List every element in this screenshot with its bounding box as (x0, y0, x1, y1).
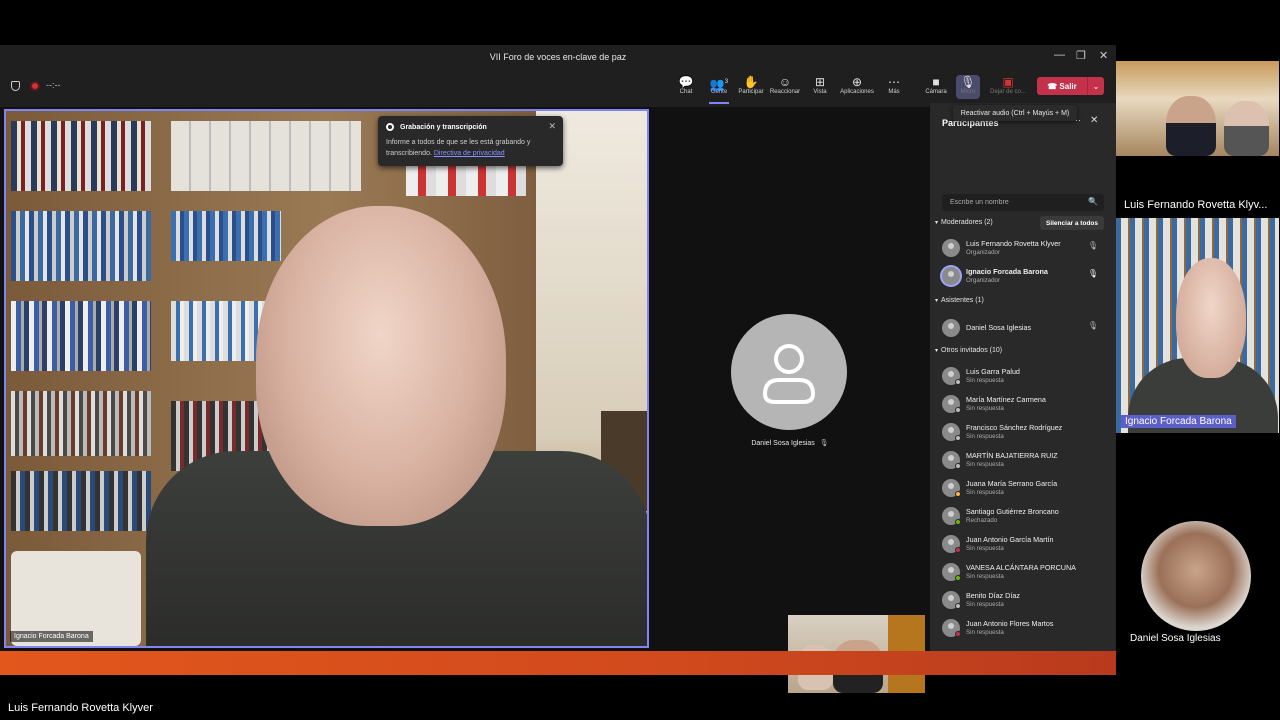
user-icon (762, 344, 816, 404)
ellipsis-icon: ⋯ (888, 75, 900, 89)
mic-off-icon: 🎙 (1087, 321, 1098, 330)
active-tab-indicator (709, 102, 729, 104)
raise-hand-button[interactable]: ✋ Participar (734, 75, 768, 95)
participant-item[interactable]: VANESA ALCÁNTARA PORCUNA Sin respuesta (942, 561, 1112, 585)
notice-title: Grabación y transcripción (400, 123, 487, 131)
people-icon: 👥3 (709, 77, 729, 91)
chevron-down-icon[interactable]: ⌄ (1088, 82, 1104, 91)
speaker-face (256, 206, 506, 526)
leave-label: ☎ Salir (1047, 81, 1077, 91)
participant-item[interactable]: Santiago Gutiérrez Broncano Rechazado (942, 505, 1112, 529)
recording-notice: Grabación y transcripción Informe a todo… (378, 116, 563, 166)
participant-item[interactable]: Daniel Sosa Iglesias 🎙 (942, 317, 1112, 341)
close-icon[interactable]: ✕ (1099, 49, 1108, 62)
side-video-top (1116, 61, 1279, 156)
video-stage: Ignacio Forcada Barona Grabación y trans… (0, 107, 930, 693)
title-bar: VII Foro de voces en-clave de paz (0, 45, 1116, 69)
chat-button[interactable]: 💬 Chat (669, 75, 703, 95)
participant-item[interactable]: Juan Antonio Flores Martos Sin respuesta (942, 617, 1112, 641)
main-speaker-video[interactable]: Ignacio Forcada Barona Grabación y trans… (4, 109, 649, 648)
share-stop-icon: ▣ (1002, 75, 1014, 89)
participants-panel: Participantes ⋯ ✕ 🔍 ▾Moderadores (2) Sil… (930, 103, 1116, 652)
smiley-icon: ☺ (778, 75, 792, 89)
participant-item[interactable]: Ignacio Forcada Barona Organizador 🎙 (942, 265, 1112, 289)
participant-item[interactable]: Juana María Serrano García Sin respuesta (942, 477, 1112, 501)
side-video-middle (1116, 218, 1279, 433)
recording-icon (30, 81, 40, 91)
hand-icon: ✋ (743, 75, 759, 89)
close-icon[interactable]: ✕ (1090, 115, 1098, 126)
people-button[interactable]: 👥3 Gente (702, 75, 736, 95)
minimize-icon[interactable]: — (1054, 49, 1065, 61)
side-video-circle-name: Daniel Sosa Iglesias (1130, 633, 1221, 644)
section-other-invitees[interactable]: ▾ Otros invitados (10) (935, 347, 1002, 354)
participant-tile-name: Daniel Sosa Iglesias 🎙 (751, 440, 829, 447)
side-video-top-name: Luis Fernando Rovetta Klyv... (1124, 199, 1268, 211)
side-video-circle (1141, 521, 1251, 631)
mic-off-icon: 🎙 (1087, 241, 1098, 250)
lower-third-name: Luis Fernando Rovetta Klyver (8, 702, 153, 714)
participant-item[interactable]: María Martínez Carmena Sin respuesta (942, 393, 1112, 417)
view-button[interactable]: ⊞ Vista (803, 75, 837, 95)
participant-item[interactable]: MARTÍN BAJATIERRA RUIZ Sin respuesta (942, 449, 1112, 473)
window-title: VII Foro de voces en-clave de paz (489, 52, 627, 62)
shield-icon (11, 81, 20, 91)
participant-item[interactable]: Luis Fernando Rovetta Klyver Organizador… (942, 237, 1112, 261)
mic-toggle[interactable]: 🎙 Micro (951, 75, 985, 95)
avatar (942, 319, 960, 337)
avatar (942, 239, 960, 257)
privacy-link[interactable]: Directiva de privacidad (434, 150, 505, 157)
mic-muted-icon: 🎙 (960, 75, 976, 89)
search-input[interactable] (942, 194, 1104, 211)
grid-icon: ⊞ (814, 75, 826, 89)
chat-icon: 💬 (678, 75, 694, 89)
mic-tooltip: Reactivar audio (Ctrl + Mayús + M) (953, 105, 1077, 121)
apps-button[interactable]: ⊕ Aplicaciones (835, 75, 879, 95)
participant-item[interactable]: Francisco Sánchez Rodríguez Sin respuest… (942, 421, 1112, 445)
meeting-timer: --:-- (46, 80, 61, 90)
side-video-middle-name: Ignacio Forcada Barona (1121, 415, 1236, 428)
plus-icon: ⊕ (851, 75, 863, 89)
meeting-toolbar: --:-- 💬 Chat 👥3 Gente ✋ Participar ☺ Rea… (0, 69, 1116, 104)
main-speaker-name: Ignacio Forcada Barona (10, 631, 93, 642)
mute-all-button[interactable]: Silenciar a todos (1040, 216, 1104, 230)
section-moderators[interactable]: ▾ Moderadores (2) (935, 219, 993, 226)
camera-button[interactable]: ■ Cámara (919, 75, 953, 95)
close-icon[interactable]: ✕ (548, 121, 556, 132)
restore-icon[interactable]: ❐ (1076, 49, 1086, 62)
leave-button[interactable]: ☎ Salir ⌄ (1037, 77, 1104, 95)
camera-icon: ■ (932, 75, 940, 89)
record-icon (386, 123, 394, 131)
orange-banner (0, 651, 1116, 675)
section-attendees[interactable]: ▾ Asistentes (1) (935, 297, 984, 304)
avatar (731, 314, 847, 430)
search-icon: 🔍 (1088, 197, 1098, 206)
mic-off-icon: 🎙 (819, 440, 829, 447)
teams-window: VII Foro de voces en-clave de paz — ❐ ✕ … (0, 45, 1116, 693)
stop-share-button[interactable]: ▣ Dejar de co... (986, 75, 1030, 95)
participant-item[interactable]: Juan Antonio García Martín Sin respuesta (942, 533, 1112, 557)
avatar (942, 267, 960, 285)
mic-icon: 🎙 (1087, 269, 1098, 278)
react-button[interactable]: ☺ Reaccionar (768, 75, 802, 95)
participant-item[interactable]: Benito Díaz Díaz Sin respuesta (942, 589, 1112, 613)
more-button[interactable]: ⋯ Más (877, 75, 911, 95)
participant-item[interactable]: Luis Garra Palud Sin respuesta (942, 365, 1112, 389)
